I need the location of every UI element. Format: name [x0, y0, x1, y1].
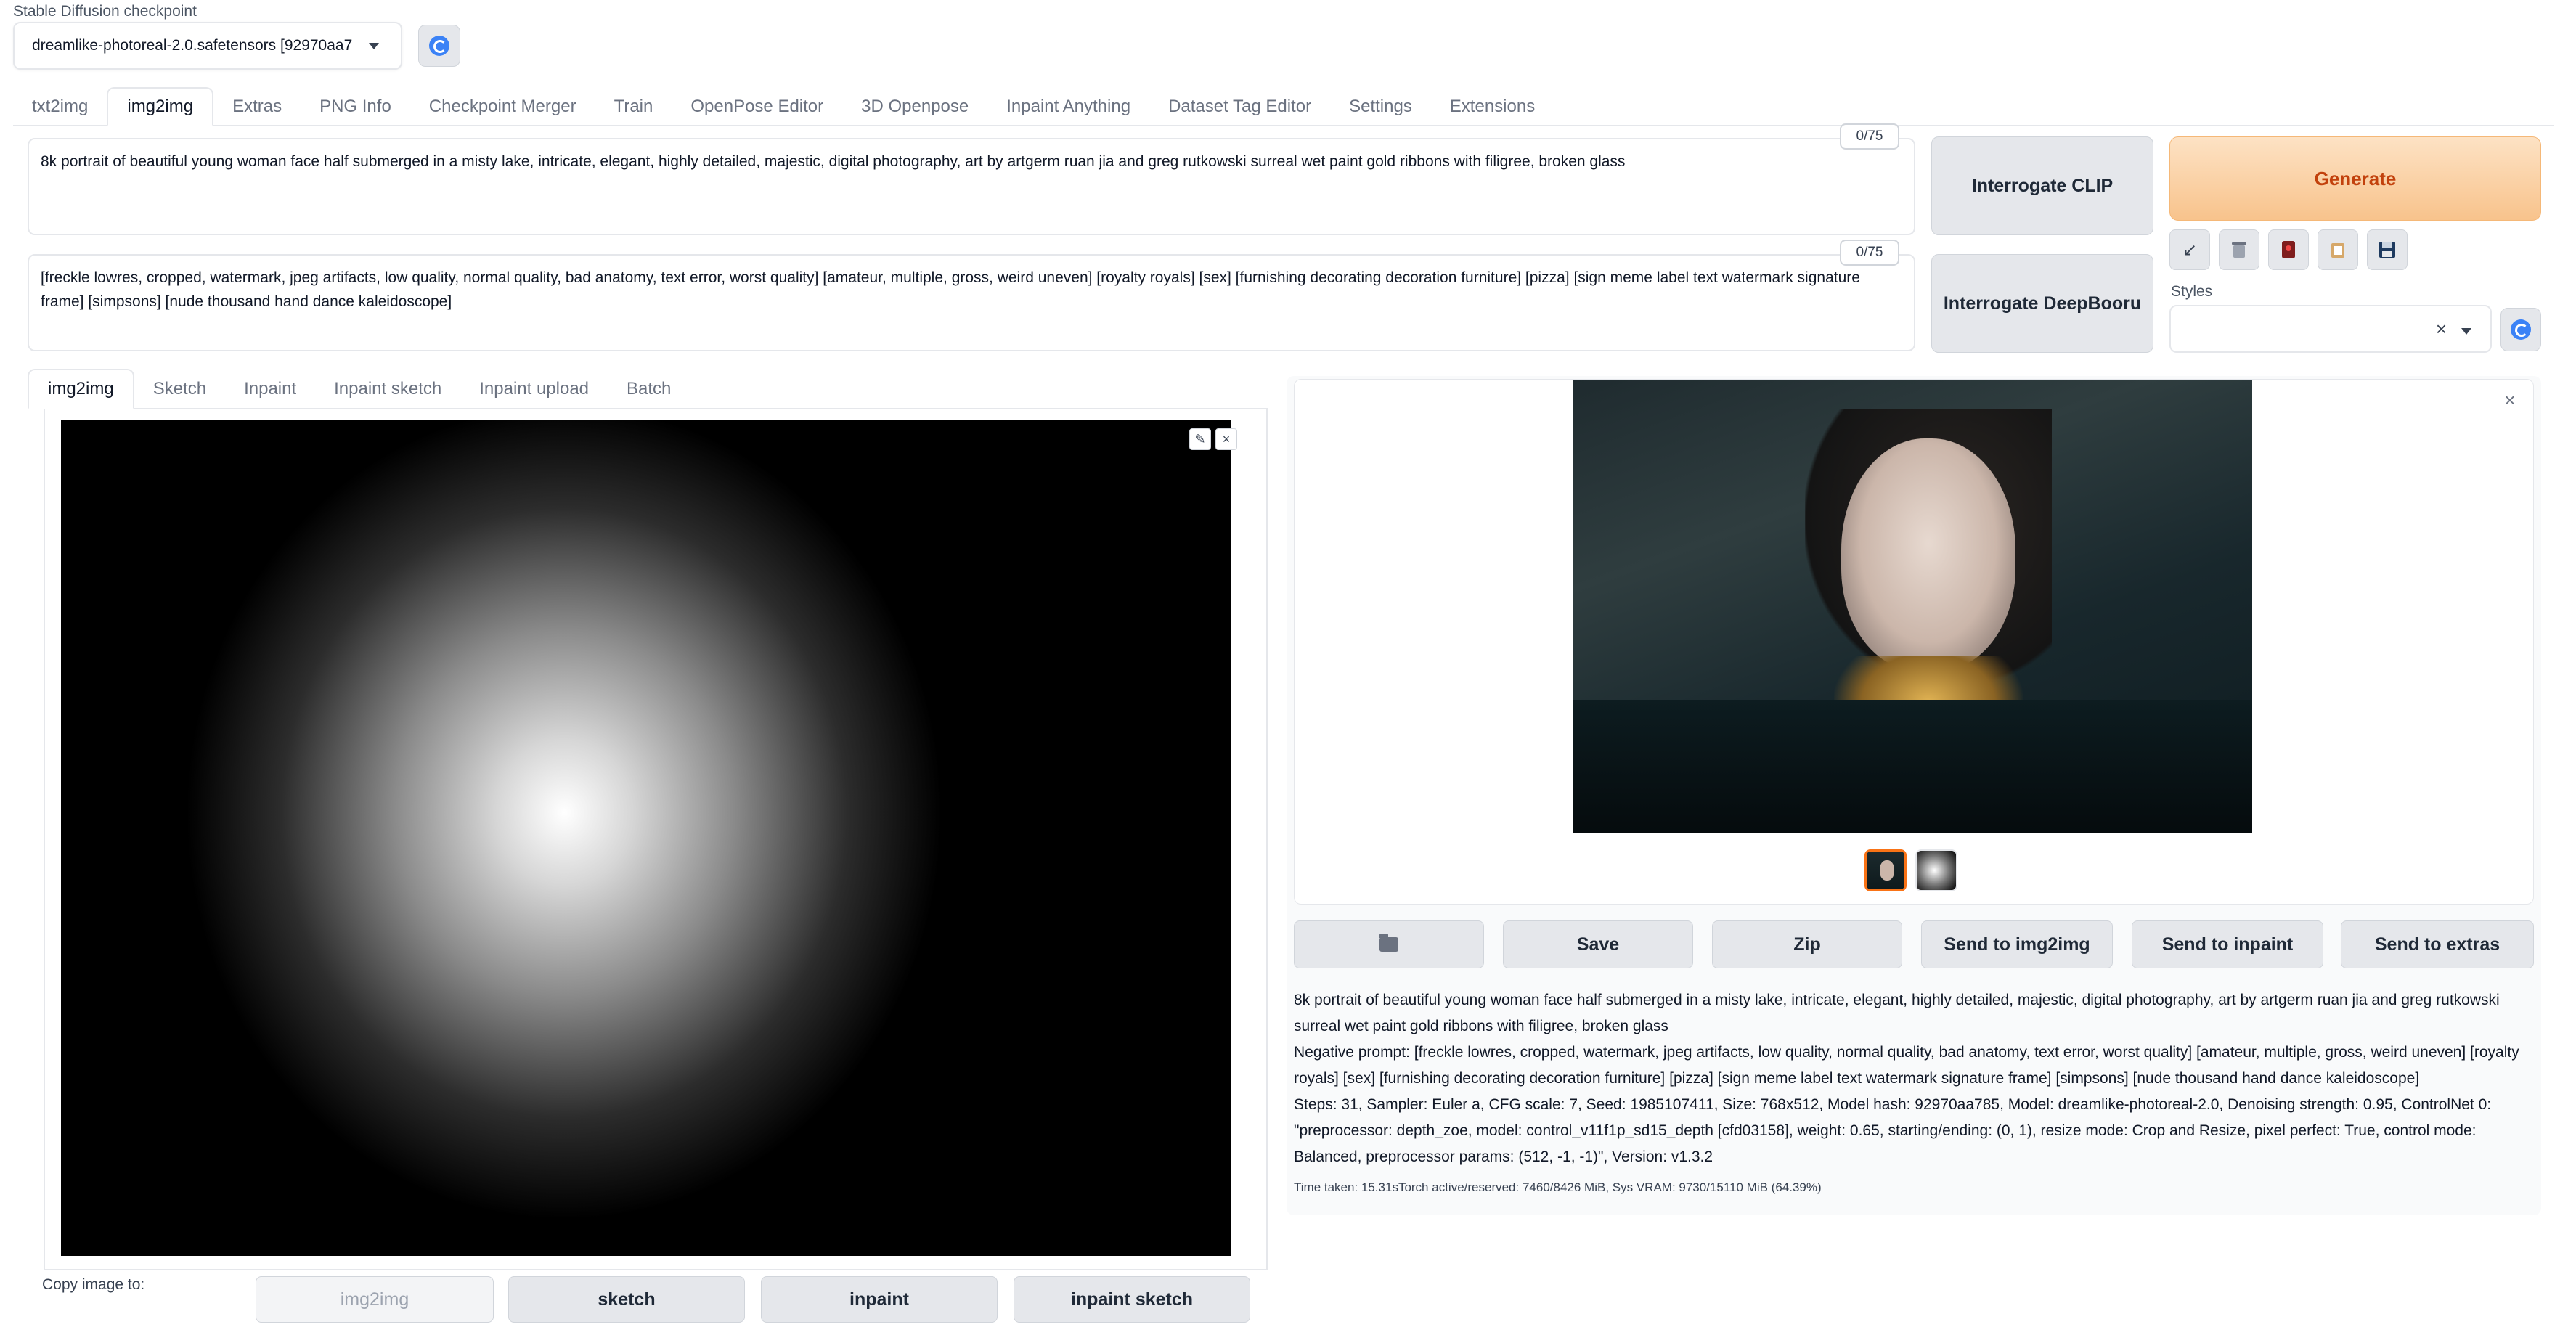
chevron-down-icon [369, 43, 379, 49]
subtab-inpaint-sketch[interactable]: Inpaint sketch [315, 369, 460, 409]
styles-label: Styles [2171, 283, 2213, 300]
negative-prompt-input[interactable]: [freckle lowres, cropped, watermark, jpe… [28, 254, 1915, 351]
tab-checkpoint-merger[interactable]: Checkpoint Merger [410, 87, 595, 126]
tab-inpaint-anything[interactable]: Inpaint Anything [987, 87, 1149, 126]
tab-png-info[interactable]: PNG Info [301, 87, 410, 126]
subtab-img2img[interactable]: img2img [28, 369, 134, 409]
apply-style-button[interactable] [2318, 229, 2358, 270]
info-prompt: 8k portrait of beautiful young woman fac… [1294, 992, 2500, 1034]
edit-icon[interactable]: ✎ [1189, 428, 1211, 450]
interrogate-clip-button[interactable]: Interrogate CLIP [1931, 136, 2153, 235]
subtab-batch[interactable]: Batch [608, 369, 690, 409]
generated-image[interactable] [1573, 380, 2252, 833]
close-icon[interactable]: × [2499, 389, 2521, 411]
gallery-thumbnail[interactable] [1915, 849, 1957, 891]
subtab-inpaint[interactable]: Inpaint [225, 369, 315, 409]
clear-icon[interactable]: × [2436, 318, 2447, 340]
send-to-img2img-button[interactable]: Send to img2img [1921, 920, 2113, 968]
input-image-canvas[interactable] [61, 420, 1231, 1256]
chevron-down-icon [2461, 328, 2471, 335]
checkpoint-label: Stable Diffusion checkpoint [13, 3, 197, 20]
open-folder-button[interactable] [1294, 920, 1484, 968]
tab-openpose-editor[interactable]: OpenPose Editor [672, 87, 842, 126]
copy-image-label: Copy image to: [42, 1276, 145, 1293]
main-tabs: txt2img img2img Extras PNG Info Checkpoi… [13, 87, 2554, 126]
close-icon[interactable]: × [1215, 428, 1237, 450]
gallery-thumbnail-selected[interactable] [1864, 849, 1907, 891]
img2img-mode-tabs: img2img Sketch Inpaint Inpaint sketch In… [28, 369, 1268, 409]
checkpoint-value: dreamlike-photoreal-2.0.safetensors [929… [32, 37, 353, 54]
positive-token-counter: 0/75 [1840, 123, 1899, 150]
floppy-disk-icon [2379, 242, 2395, 258]
copy-to-img2img-button[interactable]: img2img [256, 1276, 494, 1323]
subtab-inpaint-upload[interactable]: Inpaint upload [460, 369, 608, 409]
trash-icon [2232, 242, 2246, 258]
tab-settings[interactable]: Settings [1330, 87, 1431, 126]
save-style-button[interactable] [2367, 229, 2408, 270]
refresh-icon [429, 36, 449, 56]
styles-dropdown[interactable]: × [2169, 305, 2492, 353]
info-params: Steps: 31, Sampler: Euler a, CFG scale: … [1294, 1096, 2492, 1165]
copy-to-inpaint-sketch-button[interactable]: inpaint sketch [1014, 1276, 1250, 1323]
tab-extras[interactable]: Extras [213, 87, 301, 126]
zip-button[interactable]: Zip [1712, 920, 1902, 968]
info-negative-prompt: Negative prompt: [freckle lowres, croppe… [1294, 1044, 2519, 1087]
send-to-extras-button[interactable]: Send to extras [2341, 920, 2534, 968]
refresh-icon [2511, 319, 2531, 340]
negative-token-counter: 0/75 [1840, 240, 1899, 266]
copy-to-inpaint-button[interactable]: inpaint [761, 1276, 998, 1323]
subtab-sketch[interactable]: Sketch [134, 369, 225, 409]
positive-prompt-input[interactable]: 8k portrait of beautiful young woman fac… [28, 138, 1915, 235]
send-to-inpaint-button[interactable]: Send to inpaint [2132, 920, 2323, 968]
time-taken: Time taken: 15.31sTorch active/reserved:… [1294, 1180, 1822, 1194]
styles-refresh-button[interactable] [2500, 308, 2541, 351]
tab-train[interactable]: Train [595, 87, 672, 126]
checkpoint-dropdown[interactable]: dreamlike-photoreal-2.0.safetensors [929… [13, 22, 402, 70]
arrow-down-left-icon: ↙ [2182, 240, 2198, 260]
save-button[interactable]: Save [1503, 920, 1693, 968]
extra-networks-icon [2282, 241, 2295, 258]
generate-button[interactable]: Generate [2169, 136, 2541, 221]
interrogate-deepbooru-button[interactable]: Interrogate DeepBooru [1931, 254, 2153, 353]
tab-dataset-tag-editor[interactable]: Dataset Tag Editor [1149, 87, 1330, 126]
folder-icon [1379, 934, 1398, 952]
tab-img2img[interactable]: img2img [107, 87, 214, 126]
generation-info: 8k portrait of beautiful young woman fac… [1294, 987, 2528, 1170]
tab-txt2img[interactable]: txt2img [13, 87, 107, 126]
tab-extensions[interactable]: Extensions [1431, 87, 1554, 126]
copy-to-sketch-button[interactable]: sketch [508, 1276, 745, 1323]
checkpoint-refresh-button[interactable] [418, 25, 460, 67]
clear-prompt-button[interactable] [2219, 229, 2259, 270]
show-extra-networks-button[interactable] [2268, 229, 2309, 270]
clipboard-icon [2331, 243, 2344, 258]
tab-3d-openpose[interactable]: 3D Openpose [842, 87, 987, 126]
read-params-button[interactable]: ↙ [2169, 229, 2210, 270]
